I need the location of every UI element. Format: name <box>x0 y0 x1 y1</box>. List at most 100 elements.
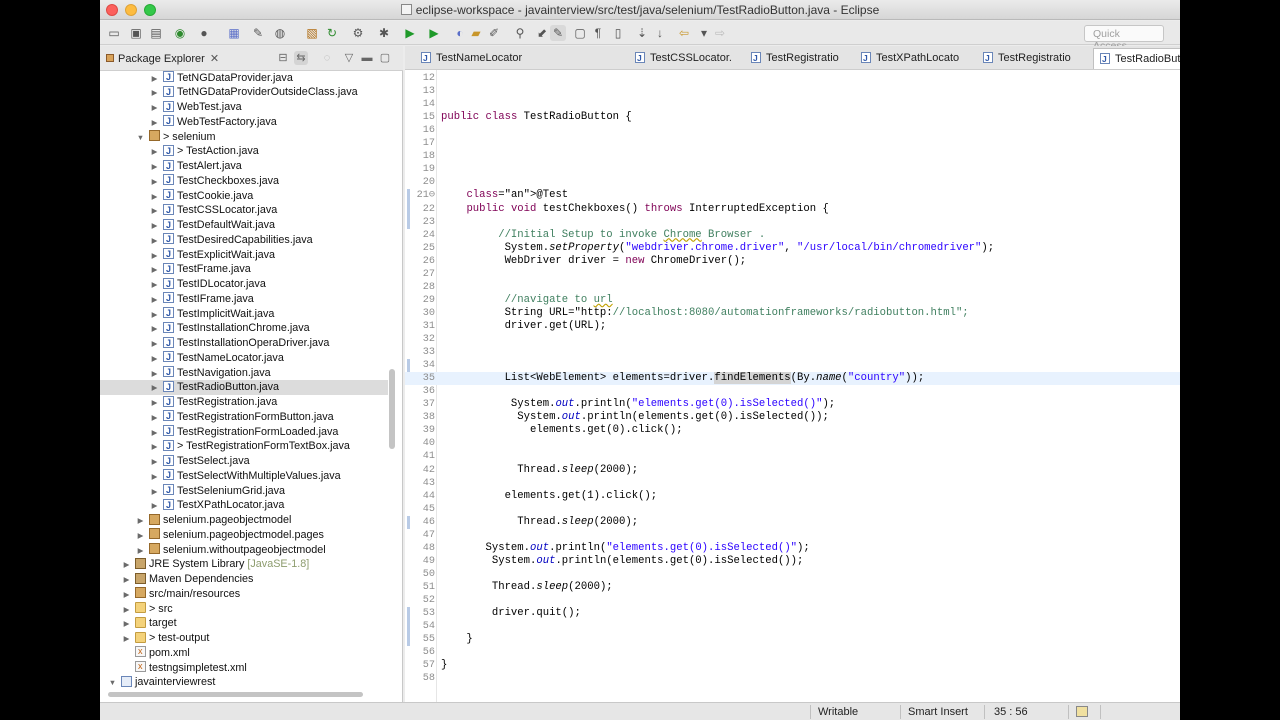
expand-arrow-icon[interactable]: ▶ <box>150 72 159 87</box>
mark-occurrences-icon[interactable]: ✎ <box>550 25 566 41</box>
tree-item[interactable]: ▼ javainterviewrest <box>100 675 388 690</box>
show-source-icon[interactable]: ▯ <box>610 25 626 41</box>
build-icon[interactable]: ▧ <box>304 25 320 41</box>
expand-arrow-icon[interactable]: ▶ <box>150 367 159 382</box>
tree-item[interactable]: ▶ > TestAction.java <box>100 144 388 159</box>
tree-item[interactable]: ▶ selenium.pageobjectmodel.pages <box>100 528 388 543</box>
expand-arrow-icon[interactable]: ▶ <box>150 411 159 426</box>
package-explorer-tab[interactable]: Package Explorer ✕ <box>106 50 219 68</box>
link-editor-icon[interactable]: ⇆ <box>294 51 308 65</box>
tree-item[interactable]: ▶ selenium.withoutpageobjectmodel <box>100 543 388 558</box>
expand-arrow-icon[interactable]: ▶ <box>150 308 159 323</box>
tree-item[interactable]: ▶ TestRadioButton.java <box>100 380 388 395</box>
tree-item[interactable]: ▶ TestRegistrationFormLoaded.java <box>100 424 388 440</box>
expand-arrow-icon[interactable]: ▶ <box>150 263 159 278</box>
editor-tab[interactable]: TestRadioButton✕ <box>1093 48 1180 70</box>
tree-item[interactable]: ▶ TestInstallationChrome.java <box>100 321 388 336</box>
tree-item[interactable]: ▶ TestCSSLocator.java <box>100 203 388 218</box>
tree-item[interactable]: ▶ > src <box>100 602 388 617</box>
tree-item[interactable]: ▶ WebTest.java <box>100 100 388 115</box>
toggle-block-icon[interactable]: ▢ <box>572 25 588 41</box>
tree-item[interactable]: ▶ JRE System Library [JavaSE-1.8] <box>100 557 388 572</box>
expand-arrow-icon[interactable]: ▶ <box>122 617 131 632</box>
run-external-icon[interactable]: ▶ <box>426 25 442 41</box>
next-annotation-icon[interactable]: ⬋ <box>534 25 550 41</box>
run-icon[interactable]: ▶ <box>402 25 418 41</box>
pin-icon[interactable]: ✎ <box>250 25 266 41</box>
tree-item[interactable]: ▶ TestAlert.java <box>100 159 388 174</box>
collapse-all-icon[interactable]: ⊟ <box>276 51 290 65</box>
expand-arrow-icon[interactable]: ▶ <box>150 278 159 293</box>
check-icon[interactable]: ◉ <box>172 25 188 41</box>
expand-arrow-icon[interactable]: ▶ <box>150 175 159 190</box>
tree-item[interactable]: ▶ > test-output <box>100 631 388 646</box>
tree-item[interactable]: ▶ target <box>100 616 388 631</box>
tree-item[interactable]: ▶ TestSeleniumGrid.java <box>100 483 388 499</box>
editor-tab[interactable]: TestRegistratio <box>751 48 839 69</box>
expand-arrow-icon[interactable]: ▶ <box>150 116 159 131</box>
editor-tab[interactable]: TestCSSLocator. <box>635 48 732 69</box>
open-folder-icon[interactable]: ▰ <box>468 25 484 41</box>
expand-arrow-icon[interactable]: ▶ <box>122 573 131 588</box>
tree-item[interactable]: ▶ TestRegistrationFormButton.java <box>100 409 388 426</box>
debug-icon[interactable]: ✱ <box>376 25 392 41</box>
tree-item[interactable]: testngsimpletest.xml <box>100 659 388 676</box>
expand-arrow-icon[interactable]: ▶ <box>122 558 131 573</box>
tree-item[interactable]: ▶ TestDefaultWait.java <box>100 218 388 233</box>
refresh-icon[interactable]: ↻ <box>324 25 340 41</box>
next-edit-icon[interactable]: ⇣ <box>634 25 650 41</box>
tree-item[interactable]: ▶ TestRegistration.java <box>100 395 388 410</box>
tree-item[interactable]: ▶ TestExplicitWait.java <box>100 247 388 264</box>
expand-arrow-icon[interactable]: ▶ <box>150 145 159 160</box>
focus-icon[interactable]: ◌ <box>320 51 334 65</box>
tree-item[interactable]: ▶ TestNavigation.java <box>100 365 388 382</box>
maximize-icon[interactable]: ▢ <box>378 51 392 65</box>
search-icon[interactable]: ⚲ <box>512 25 528 41</box>
expand-arrow-icon[interactable]: ▶ <box>122 588 131 603</box>
tree-item[interactable]: ▶ TetNGDataProviderOutsideClass.java <box>100 85 388 100</box>
expand-arrow-icon[interactable]: ▶ <box>150 249 159 264</box>
tree-item[interactable]: ▶ Maven Dependencies <box>100 572 388 587</box>
expand-arrow-icon[interactable]: ▶ <box>150 337 159 352</box>
expand-arrow-icon[interactable]: ▶ <box>136 514 145 529</box>
tree-item[interactable]: ▶ TestNameLocator.java <box>100 350 388 367</box>
back-dropdown-icon[interactable]: ▾ <box>696 25 712 41</box>
expand-arrow-icon[interactable]: ▶ <box>136 529 145 544</box>
close-icon[interactable]: ✕ <box>210 53 219 65</box>
expand-arrow-icon[interactable]: ▶ <box>150 440 159 455</box>
expand-arrow-icon[interactable]: ▶ <box>150 455 159 470</box>
expand-arrow-icon[interactable]: ▶ <box>136 544 145 559</box>
tree-item[interactable]: ▶ TestIFrame.java <box>100 291 388 307</box>
code-editor[interactable]: import static org.testng.Assert.assertTr… <box>405 70 1180 702</box>
tree-item[interactable]: ▶ TestInstallationOperaDriver.java <box>100 336 388 351</box>
expand-arrow-icon[interactable]: ▶ <box>150 499 159 514</box>
expand-arrow-icon[interactable]: ▶ <box>150 322 159 337</box>
previous-edit-icon[interactable]: ↓ <box>652 25 668 41</box>
editor-tab[interactable]: TestRegistratio <box>983 48 1071 69</box>
tree-item[interactable]: ▶ TestCookie.java <box>100 188 388 204</box>
tree-item[interactable]: ▶ WebTestFactory.java <box>100 114 388 131</box>
tree-item[interactable]: ▶ TestIDLocator.java <box>100 277 388 292</box>
expand-arrow-icon[interactable]: ▶ <box>150 234 159 249</box>
profile-icon[interactable]: ● <box>196 25 212 41</box>
tree-item[interactable]: ▶ TestSelect.java <box>100 454 388 469</box>
tree-item[interactable]: ▶ > TestRegistrationFormTextBox.java <box>100 439 388 454</box>
quick-access-field[interactable]: Quick Access <box>1084 25 1164 52</box>
expand-arrow-icon[interactable]: ▶ <box>150 219 159 234</box>
tree-item[interactable]: ▶ TestCheckboxes.java <box>100 173 388 190</box>
expand-arrow-icon[interactable]: ▶ <box>150 352 159 367</box>
editor-tab[interactable]: TestNameLocator <box>421 48 522 69</box>
expand-arrow-icon[interactable]: ▶ <box>150 396 159 411</box>
new-icon[interactable]: ▭ <box>106 25 122 41</box>
editor-tab[interactable]: TestXPathLocato <box>861 48 959 69</box>
expand-arrow-icon[interactable]: ▶ <box>150 204 159 219</box>
tree-horizontal-scrollbar[interactable] <box>108 692 363 697</box>
tree-vertical-scrollbar[interactable] <box>389 369 395 449</box>
tree-item[interactable]: ▶ TestFrame.java <box>100 262 388 277</box>
expand-arrow-icon[interactable]: ▶ <box>150 381 159 396</box>
expand-arrow-icon[interactable]: ▶ <box>150 160 159 175</box>
servers-icon[interactable]: ⚙ <box>350 25 366 41</box>
back-icon[interactable]: ⇦ <box>676 25 692 41</box>
collapse-arrow-icon[interactable]: ▼ <box>108 676 117 691</box>
save-all-icon[interactable]: ▤ <box>148 25 164 41</box>
